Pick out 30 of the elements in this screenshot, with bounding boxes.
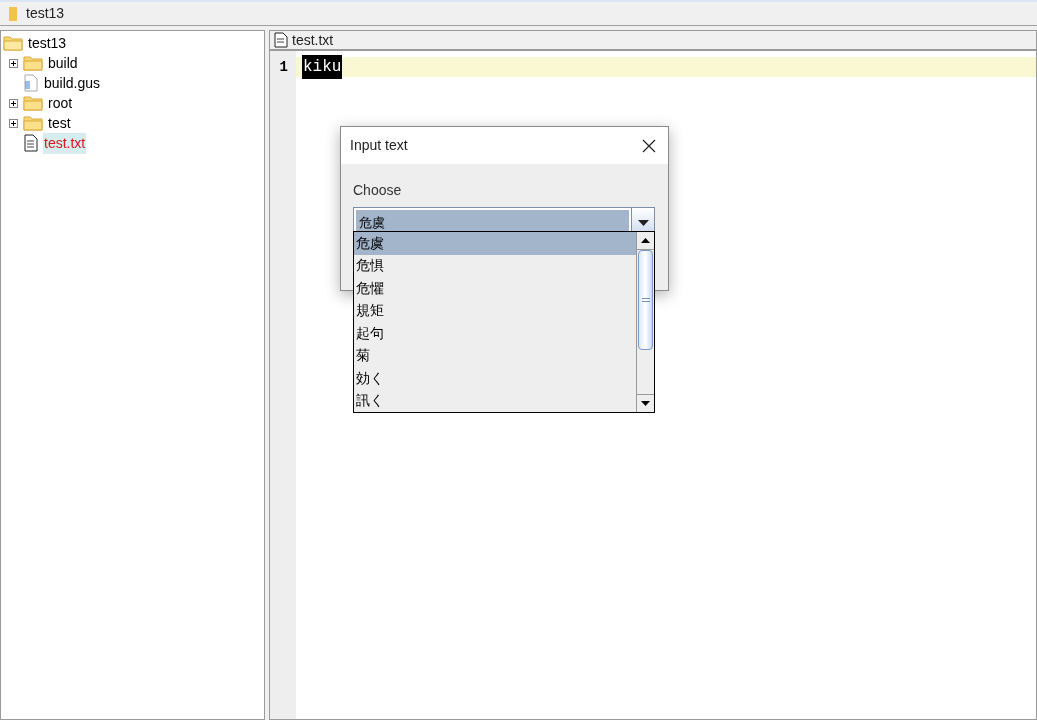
list-option[interactable]: 危惧 xyxy=(354,254,636,277)
list-option[interactable]: 菊 xyxy=(354,344,636,367)
tree-item[interactable]: test13 xyxy=(27,32,68,54)
caret-down-icon[interactable] xyxy=(637,219,649,226)
list-option[interactable]: 規矩 xyxy=(354,299,636,322)
expand-icon[interactable] xyxy=(8,98,18,108)
text-file-icon xyxy=(23,134,39,152)
tree-item[interactable]: root xyxy=(47,92,74,114)
field-label: Choose xyxy=(353,182,402,198)
close-icon[interactable] xyxy=(642,138,656,153)
list-option[interactable]: 訊く xyxy=(354,389,636,412)
expand-icon[interactable] xyxy=(8,58,18,68)
window-title: test13 xyxy=(26,4,65,23)
code-text: kiku xyxy=(302,55,343,79)
tree-item[interactable]: test xyxy=(47,112,72,134)
dialog-title: Input text xyxy=(350,136,408,155)
scrollbar[interactable] xyxy=(636,232,654,412)
arrow-up-icon[interactable] xyxy=(641,238,650,243)
line-number: 1 xyxy=(278,58,289,77)
list-option[interactable]: 危懼 xyxy=(354,277,636,300)
editor-tab[interactable]: test.txt xyxy=(270,31,1036,51)
tree-item[interactable]: build.gus xyxy=(43,72,102,94)
arrow-down-icon[interactable] xyxy=(641,401,650,406)
list-option[interactable]: 起句 xyxy=(354,322,636,345)
expand-icon[interactable] xyxy=(8,118,18,128)
document-icon xyxy=(23,74,39,92)
tree-item[interactable]: build xyxy=(47,52,79,74)
tree-item[interactable]: test.txt xyxy=(43,132,87,154)
list-option[interactable]: 効く xyxy=(354,367,636,390)
list-option[interactable]: 危虞 xyxy=(354,232,636,255)
